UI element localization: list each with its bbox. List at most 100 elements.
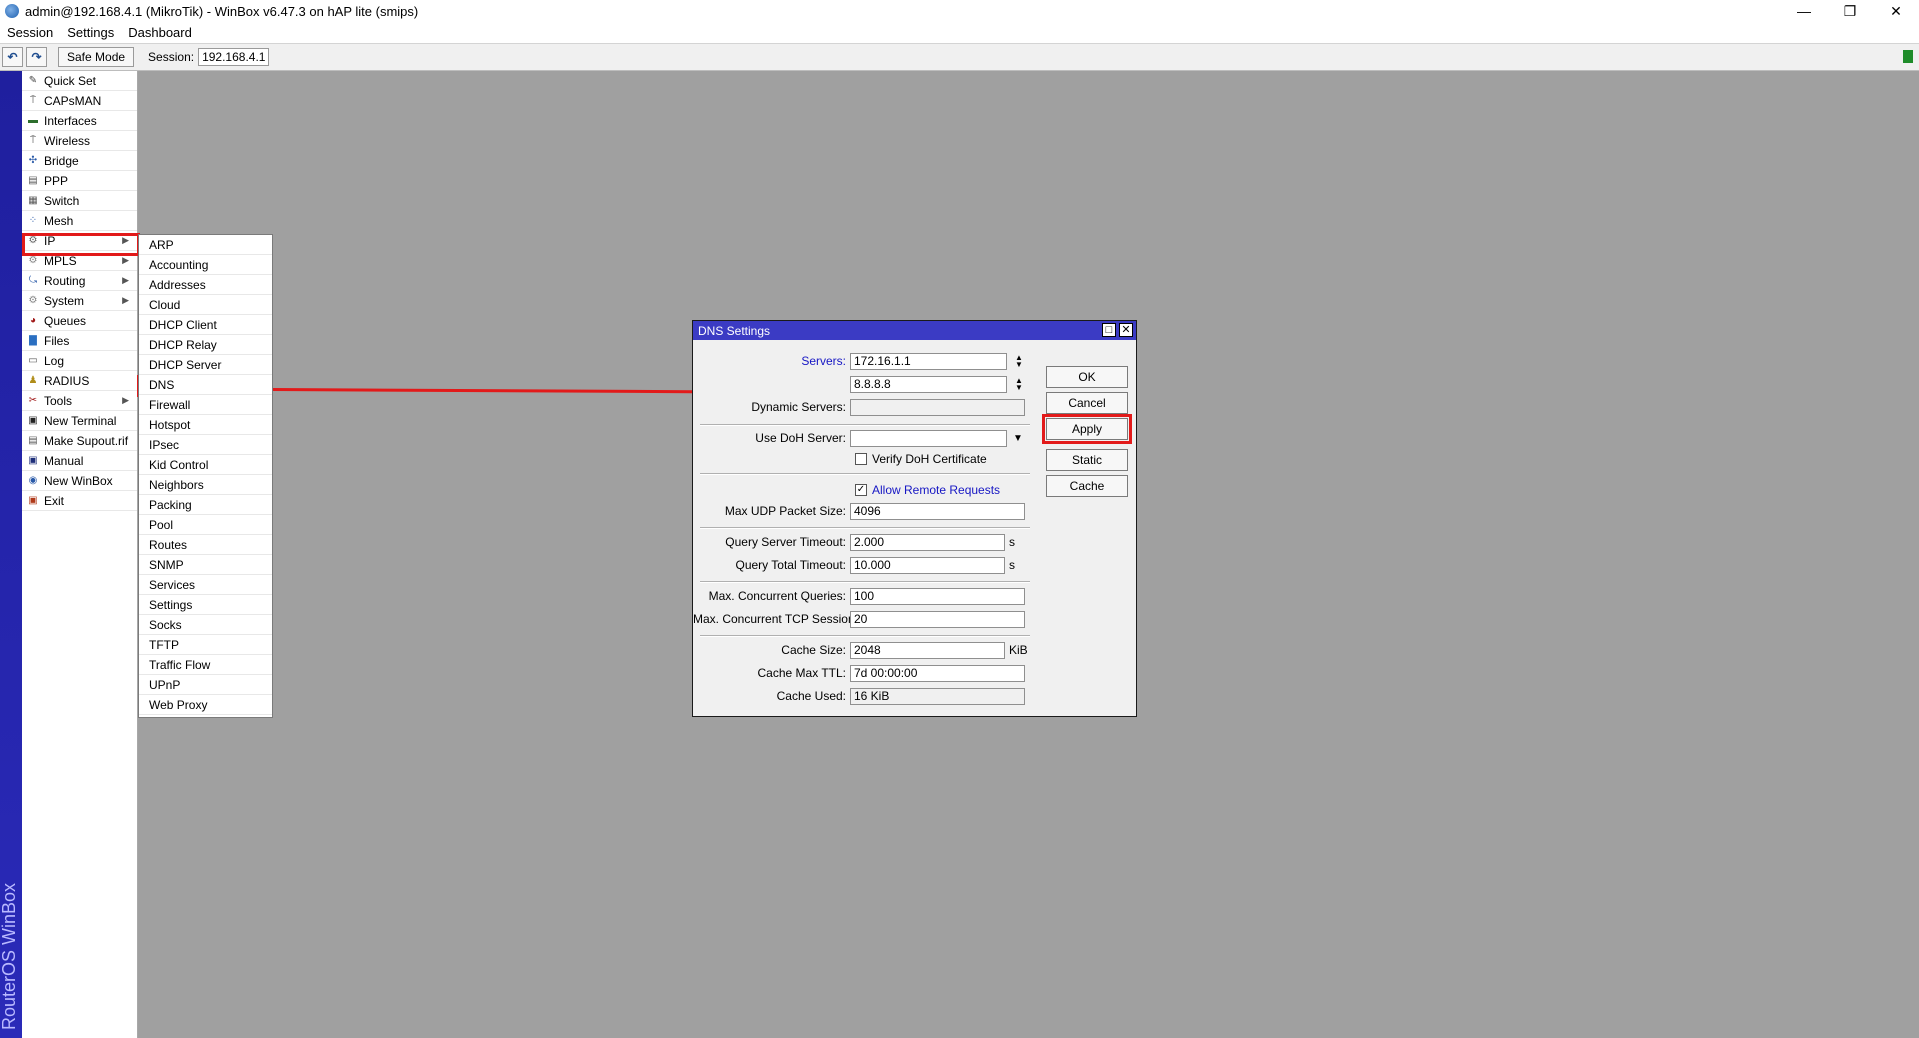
apply-button[interactable]: Apply	[1046, 418, 1128, 440]
submenu-arrow-icon: ▶	[122, 275, 129, 285]
sidebar-item-radius[interactable]: ♟ RADIUS	[22, 371, 137, 391]
ip-submenu-item-cloud[interactable]: Cloud	[139, 295, 272, 315]
ppp-icon: ▤	[28, 174, 38, 186]
server-1-spin-icon[interactable]: ▲ ▼	[1015, 354, 1023, 369]
sidebar-menu: ✎ Quick Set ⍑ CAPsMAN ▬ Interfaces ⍑ Wireless ✣ B…	[22, 71, 138, 1038]
minimize-button[interactable]: —	[1781, 0, 1827, 22]
sidebar-item-capsman[interactable]: ⍑ CAPsMAN	[22, 91, 137, 111]
dialog-maximize-icon[interactable]: □	[1102, 323, 1116, 337]
query-server-timeout-input[interactable]: 2.000	[850, 533, 1005, 551]
system-icon: ⚙	[28, 294, 38, 306]
divider	[700, 635, 1030, 637]
divider	[700, 581, 1030, 583]
ip-submenu-item-dhcp-server[interactable]: DHCP Server	[139, 355, 272, 375]
doh-dropdown-arrow-icon[interactable]: ▼	[1013, 433, 1023, 444]
sidebar-item-log[interactable]: ▭ Log	[22, 351, 137, 371]
close-button[interactable]: ✕	[1873, 0, 1919, 22]
ip-submenu-item-accounting[interactable]: Accounting	[139, 255, 272, 275]
max-concurrent-tcp-label: Max. Concurrent TCP Sessions:	[693, 612, 864, 626]
winbox-icon: ◉	[28, 474, 38, 486]
session-label: Session:	[148, 50, 195, 64]
sidebar-item-mesh[interactable]: ⁘ Mesh	[22, 211, 137, 231]
sidebar-item-switch[interactable]: ▦ Switch	[22, 191, 137, 211]
sidebar-item-wireless[interactable]: ⍑ Wireless	[22, 131, 137, 151]
dialog-close-icon[interactable]: ✕	[1119, 323, 1133, 337]
ip-submenu-item-dhcp-relay[interactable]: DHCP Relay	[139, 335, 272, 355]
allow-remote-checkbox[interactable]: ✓	[855, 484, 867, 496]
static-button[interactable]: Static	[1046, 449, 1128, 471]
sidebar-item-ip[interactable]: ⚙ IP ▶	[22, 231, 137, 251]
ip-submenu-item-kid-control[interactable]: Kid Control	[139, 455, 272, 475]
menu-session[interactable]: Session	[0, 25, 60, 40]
menu-settings[interactable]: Settings	[60, 25, 121, 40]
max-concurrent-tcp-input[interactable]: 20	[850, 610, 1025, 628]
sidebar-item-routing[interactable]: ⤿ Routing ▶	[22, 271, 137, 291]
ip-submenu-item-arp[interactable]: ARP	[139, 235, 272, 255]
ip-submenu-item-upnp[interactable]: UPnP	[139, 675, 272, 695]
sidebar-item-quick-set[interactable]: ✎ Quick Set	[22, 71, 137, 91]
ip-submenu-item-routes[interactable]: Routes	[139, 535, 272, 555]
ip-submenu-item-dns[interactable]: DNS	[139, 375, 272, 395]
sidebar-item-tools[interactable]: ✂ Tools ▶	[22, 391, 137, 411]
safe-mode-button[interactable]: Safe Mode	[58, 47, 135, 67]
cancel-button[interactable]: Cancel	[1046, 392, 1128, 414]
sidebar-item-exit[interactable]: ▣ Exit	[22, 491, 137, 511]
sidebar-item-label: Quick Set	[44, 73, 97, 88]
query-total-timeout-label: Query Total Timeout:	[735, 558, 847, 572]
sidebar-item-label: MPLS	[44, 253, 77, 268]
cache-max-ttl-input[interactable]: 7d 00:00:00	[850, 664, 1025, 682]
routing-icon: ⤿	[28, 274, 38, 286]
divider	[700, 527, 1030, 529]
sidebar-item-label: Queues	[44, 313, 87, 328]
redo-button[interactable]: ↷	[26, 47, 47, 67]
sidebar-item-bridge[interactable]: ✣ Bridge	[22, 151, 137, 171]
ip-submenu-item-dhcp-client[interactable]: DHCP Client	[139, 315, 272, 335]
ip-submenu-item-packing[interactable]: Packing	[139, 495, 272, 515]
max-udp-input[interactable]: 4096	[850, 502, 1025, 520]
sidebar-item-make-supout-rif[interactable]: ▤ Make Supout.rif	[22, 431, 137, 451]
menu-dashboard[interactable]: Dashboard	[121, 25, 199, 40]
undo-button[interactable]: ↶	[2, 47, 23, 67]
sidebar-item-queues[interactable]: ◕ Queues	[22, 311, 137, 331]
verify-doh-checkbox[interactable]	[855, 453, 867, 465]
dns-settings-dialog: DNS Settings □ ✕ Servers: 172.16.1.1 ▲ ▼ …	[692, 320, 1137, 717]
ip-submenu-item-hotspot[interactable]: Hotspot	[139, 415, 272, 435]
sidebar-item-mpls[interactable]: ⚙ MPLS ▶	[22, 251, 137, 271]
ip-submenu-item-pool[interactable]: Pool	[139, 515, 272, 535]
ip-submenu-item-ipsec[interactable]: IPsec	[139, 435, 272, 455]
ip-submenu-item-firewall[interactable]: Firewall	[139, 395, 272, 415]
ip-submenu-item-neighbors[interactable]: Neighbors	[139, 475, 272, 495]
server-2-spin-icon[interactable]: ▲ ▼	[1015, 377, 1023, 392]
sidebar-item-label: System	[44, 293, 85, 308]
ip-submenu-item-web-proxy[interactable]: Web Proxy	[139, 695, 272, 715]
sidebar-item-files[interactable]: ▇ Files	[22, 331, 137, 351]
restore-button[interactable]: ❐	[1827, 0, 1873, 22]
ip-submenu-item-tftp[interactable]: TFTP	[139, 635, 272, 655]
server-1-input[interactable]: 172.16.1.1	[850, 352, 1007, 370]
sidebar-item-label: Log	[44, 353, 65, 368]
brand-strip: RouterOS WinBox	[0, 71, 22, 1038]
ip-submenu-item-snmp[interactable]: SNMP	[139, 555, 272, 575]
sidebar-item-system[interactable]: ⚙ System ▶	[22, 291, 137, 311]
sidebar-item-manual[interactable]: ▣ Manual	[22, 451, 137, 471]
sidebar-item-new-winbox[interactable]: ◉ New WinBox	[22, 471, 137, 491]
sidebar-item-interfaces[interactable]: ▬ Interfaces	[22, 111, 137, 131]
query-total-timeout-input[interactable]: 10.000	[850, 556, 1005, 574]
cache-button[interactable]: Cache	[1046, 475, 1128, 497]
sidebar-item-new-terminal[interactable]: ▣ New Terminal	[22, 411, 137, 431]
cache-size-input[interactable]: 2048	[850, 641, 1005, 659]
ok-button[interactable]: OK	[1046, 366, 1128, 388]
ip-submenu-item-addresses[interactable]: Addresses	[139, 275, 272, 295]
sidebar-item-ppp[interactable]: ▤ PPP	[22, 171, 137, 191]
ip-submenu-item-socks[interactable]: Socks	[139, 615, 272, 635]
ip-submenu-item-settings[interactable]: Settings	[139, 595, 272, 615]
server-2-input[interactable]: 8.8.8.8	[850, 375, 1007, 393]
terminal-icon: ▣	[28, 414, 38, 426]
dialog-titlebar[interactable]: DNS Settings □ ✕	[693, 321, 1136, 340]
doh-server-select[interactable]	[850, 429, 1007, 447]
log-icon: ▭	[28, 354, 38, 366]
ip-submenu-item-services[interactable]: Services	[139, 575, 272, 595]
ip-submenu-item-traffic-flow[interactable]: Traffic Flow	[139, 655, 272, 675]
exit-icon: ▣	[28, 494, 38, 506]
max-concurrent-queries-input[interactable]: 100	[850, 587, 1025, 605]
